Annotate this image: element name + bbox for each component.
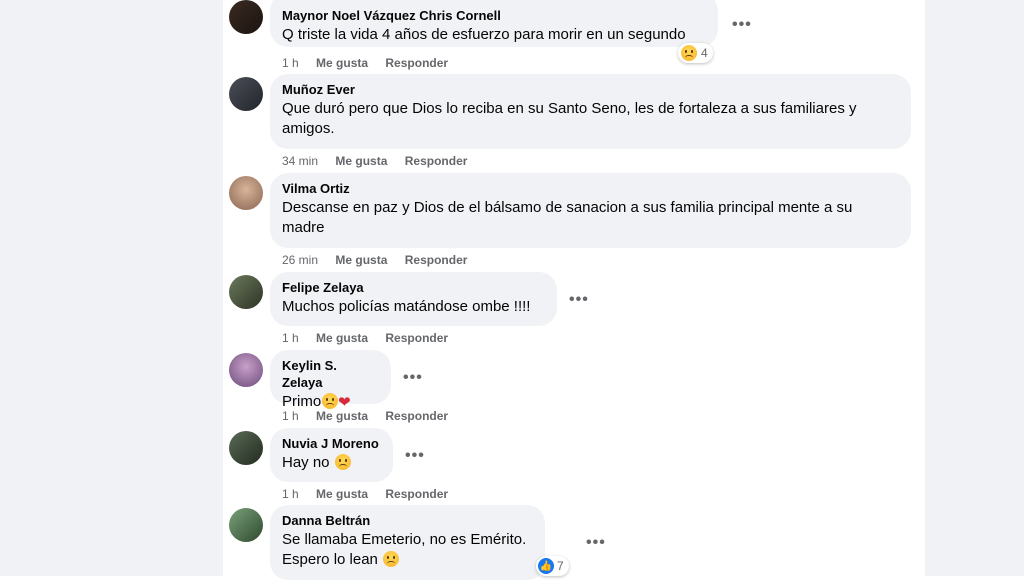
- avatar[interactable]: [229, 275, 263, 309]
- comment-time[interactable]: 1 h: [282, 56, 299, 70]
- like-button[interactable]: Me gusta: [316, 331, 368, 345]
- avatar[interactable]: [229, 176, 263, 210]
- comment-author[interactable]: Nuvia J Moreno: [282, 435, 381, 452]
- comment-text: Q triste la vida 4 años de esfuerzo para…: [282, 26, 686, 43]
- comment-text-content: Hay no: [282, 454, 330, 471]
- like-button[interactable]: Me gusta: [335, 253, 387, 267]
- like-button[interactable]: Me gusta: [316, 56, 368, 70]
- comment-time[interactable]: 34 min: [282, 154, 318, 168]
- left-background: [0, 0, 223, 576]
- comment-author[interactable]: Keylin S. Zelaya: [282, 357, 379, 391]
- comment-author[interactable]: Muñoz Ever: [282, 81, 899, 98]
- comment-text: Se llamaba Emeterio, no es Emérito.: [282, 531, 527, 548]
- sad-reaction-icon: [681, 45, 697, 61]
- comment-time[interactable]: 1 h: [282, 331, 299, 345]
- comment-text: madre: [282, 219, 325, 236]
- reply-button[interactable]: Responder: [385, 56, 448, 70]
- comment-actions: 1 h Me gusta Responder: [282, 56, 462, 70]
- comment-bubble: Maynor Noel Vázquez Chris Cornell Q tris…: [270, 0, 718, 47]
- avatar[interactable]: [229, 0, 263, 34]
- comment-actions: 1 h Me gusta Responder: [282, 487, 462, 501]
- comment-text-content: Primo: [282, 393, 322, 410]
- comment-author[interactable]: Danna Beltrán: [282, 512, 533, 529]
- comment-text: Espero lo lean: [282, 550, 533, 570]
- more-options-icon[interactable]: •••: [405, 448, 425, 464]
- comment-time[interactable]: 1 h: [282, 409, 299, 423]
- right-background: [925, 0, 1024, 576]
- comment-author[interactable]: Felipe Zelaya: [282, 279, 545, 296]
- pleading-emoji-icon: [322, 393, 339, 409]
- like-reaction-icon: 👍: [538, 558, 554, 574]
- comment-actions: 1 h Me gusta Responder: [282, 409, 462, 423]
- reaction-count: 7: [557, 559, 564, 573]
- comment-author[interactable]: Maynor Noel Vázquez Chris Cornell: [282, 7, 706, 24]
- avatar[interactable]: [229, 353, 263, 387]
- reply-button[interactable]: Responder: [385, 331, 448, 345]
- comment-text: Que duró pero que Dios lo reciba en su S…: [282, 100, 857, 117]
- reply-button[interactable]: Responder: [385, 409, 448, 423]
- comment-author[interactable]: Vilma Ortiz: [282, 180, 899, 197]
- like-button[interactable]: Me gusta: [335, 154, 387, 168]
- comment-actions: 34 min Me gusta Responder: [282, 154, 481, 168]
- comment-bubble: Felipe Zelaya Muchos policías matándose …: [270, 272, 557, 326]
- comment-bubble: Keylin S. Zelaya Primo ❤: [270, 350, 391, 411]
- more-options-icon[interactable]: •••: [732, 17, 752, 33]
- comment-actions: 26 min Me gusta Responder: [282, 253, 481, 267]
- comment-bubble: Danna Beltrán Se llamaba Emeterio, no es…: [270, 505, 545, 580]
- more-options-icon[interactable]: •••: [586, 535, 606, 551]
- comment-bubble: Nuvia J Moreno Hay no: [270, 428, 393, 482]
- avatar[interactable]: [229, 508, 263, 542]
- pleading-emoji-icon: [383, 551, 400, 567]
- reaction-count: 4: [701, 46, 708, 60]
- more-options-icon[interactable]: •••: [569, 292, 589, 308]
- comment-time[interactable]: 1 h: [282, 487, 299, 501]
- avatar[interactable]: [229, 77, 263, 111]
- reply-button[interactable]: Responder: [405, 154, 468, 168]
- comment-actions: 1 h Me gusta Responder: [282, 331, 462, 345]
- comment-text-content: Espero lo lean: [282, 551, 378, 568]
- comment-bubble: Muñoz Ever Que duró pero que Dios lo rec…: [270, 74, 911, 149]
- comment-text: Muchos policías matándose ombe !!!!: [282, 298, 531, 315]
- avatar[interactable]: [229, 431, 263, 465]
- more-options-icon[interactable]: •••: [403, 370, 423, 386]
- comment-text: Descanse en paz y Dios de el bálsamo de …: [282, 199, 853, 216]
- reaction-badge[interactable]: 4: [678, 43, 713, 63]
- comment-bubble: Vilma Ortiz Descanse en paz y Dios de el…: [270, 173, 911, 248]
- like-button[interactable]: Me gusta: [316, 409, 368, 423]
- reply-button[interactable]: Responder: [405, 253, 468, 267]
- comment-time[interactable]: 26 min: [282, 253, 318, 267]
- reply-button[interactable]: Responder: [385, 487, 448, 501]
- comment-text: Hay no: [282, 453, 381, 473]
- comment-text: amigos.: [282, 120, 335, 137]
- reaction-badge[interactable]: 👍 7: [536, 556, 569, 576]
- pleading-emoji-icon: [334, 454, 351, 470]
- like-button[interactable]: Me gusta: [316, 487, 368, 501]
